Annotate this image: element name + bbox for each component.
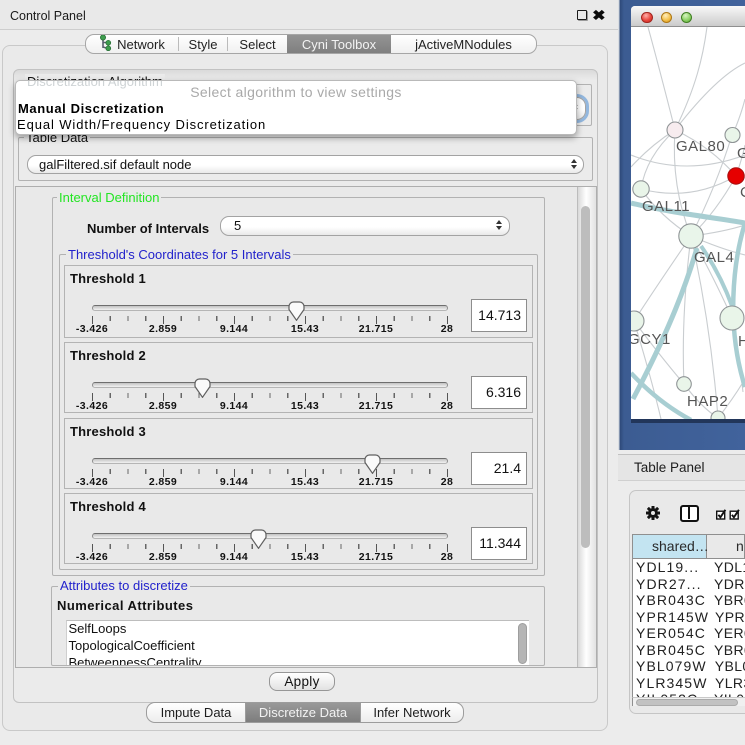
svg-text:GAL4: GAL4 (694, 249, 734, 266)
svg-text:GAL11: GAL11 (642, 198, 690, 215)
svg-text:GCY1: GCY1 (631, 331, 671, 348)
svg-text:GAL80: GAL80 (676, 138, 725, 155)
svg-text:GAL1: GAL1 (737, 145, 745, 162)
svg-text:HIS4: HIS4 (738, 333, 745, 350)
svg-text:C: C (740, 184, 745, 201)
svg-text:HAP2: HAP2 (687, 393, 728, 410)
